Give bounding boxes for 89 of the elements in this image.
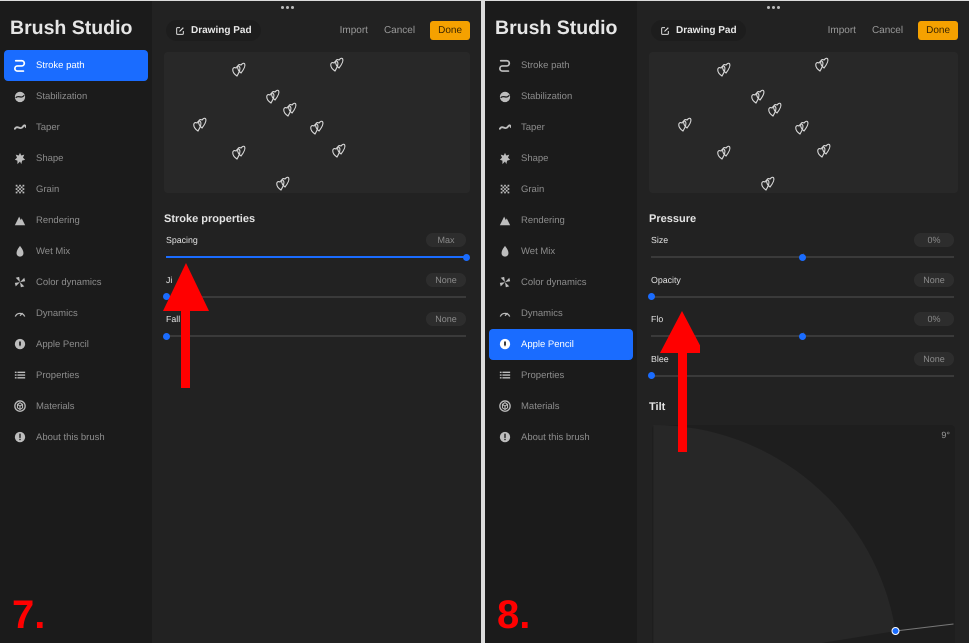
sidebar-item[interactable]: Grain [4,174,148,205]
pencil-tip-icon [14,338,26,351]
sidebar-item[interactable]: About this brush [4,422,148,453]
slider-value: None [914,272,954,286]
tilt-graph[interactable]: 9° [652,425,955,643]
tilt-handle[interactable] [892,627,900,635]
slider-value: 0% [914,233,954,247]
sidebar-item[interactable]: About this brush [489,422,633,453]
sidebar-item[interactable]: Shape [489,143,633,174]
droplet-icon [14,245,26,258]
starburst-icon [14,152,26,165]
cube-icon [499,400,511,413]
info-icon [14,431,26,444]
squiggle-icon [499,59,511,72]
done-button[interactable]: Done [430,21,470,40]
slider-label: Ji [166,274,172,284]
sidebar-item[interactable]: Materials [489,391,633,422]
header-action-button[interactable]: Import [332,22,375,39]
sidebar-item[interactable]: Apple Pencil [4,329,148,360]
info-icon [499,431,511,444]
more-dots-icon[interactable] [280,6,294,10]
sidebar-item[interactable]: Stabilization [489,81,633,112]
sidebar-item[interactable]: Dynamics [489,298,633,329]
slider-value: None [914,352,954,366]
sidebar-item[interactable]: Apple Pencil [489,329,633,360]
edit-icon [175,26,185,36]
slider-label: Opacity [651,274,681,284]
slider-thumb[interactable] [799,254,806,260]
slider-label: Blee [651,354,669,364]
sidebar-item[interactable]: Materials [4,391,148,422]
cube-icon [14,400,26,413]
slider-label: Flo [651,314,664,324]
sidebar-item[interactable]: Stroke path [4,50,148,81]
slider-value: Max [426,233,466,247]
sidebar-item[interactable]: Wet Mix [4,236,148,267]
sidebar-item[interactable]: Properties [489,360,633,391]
pinwheel-icon [14,276,26,289]
sidebar-item[interactable]: Rendering [4,205,148,236]
sidebar-item[interactable]: Shape [4,143,148,174]
edit-icon [660,26,670,36]
starburst-icon [499,152,511,165]
section-title: Pressure [649,213,698,225]
pencil-tip-icon [499,338,511,351]
sidebar-item[interactable]: Grain [489,174,633,205]
more-dots-icon[interactable] [767,6,780,10]
drawing-pad-title-button[interactable]: Drawing Pad [651,20,746,41]
sidebar-item[interactable]: Color dynamics [4,267,148,298]
header-action-button[interactable]: Cancel [376,22,422,39]
header-action-button[interactable]: Import [820,22,863,39]
checker-icon [14,183,26,196]
tilt-angle-label: 9° [941,430,950,440]
slider-label: Size [651,235,668,245]
slider-value: None [426,272,466,286]
sidebar-item[interactable]: Taper [4,112,148,143]
slider-thumb[interactable] [162,332,170,340]
droplet-icon [499,245,511,258]
swoosh-disc-icon [14,90,26,103]
pinwheel-icon [499,276,511,289]
sidebar-item[interactable]: Stabilization [4,81,148,112]
sidebar-item[interactable]: Taper [489,112,633,143]
done-button[interactable]: Done [918,21,958,40]
step-number: 7. [12,595,46,635]
slider-thumb[interactable] [648,293,654,300]
sidebar-title: Brush Studio [9,17,134,40]
sidebar-item[interactable]: Stroke path [489,50,633,81]
sidebar-title: Brush Studio [494,17,618,40]
mountain-icon [499,214,511,227]
section-title: Stroke properties [164,213,256,225]
step-number: 8. [497,595,530,635]
sidebar-item[interactable]: Rendering [489,205,633,236]
mountain-icon [14,214,26,227]
sidebar-item[interactable]: Dynamics [4,298,148,329]
section-title: Tilt [649,401,666,413]
slider-thumb[interactable] [462,254,470,260]
slider-thumb[interactable] [799,332,806,340]
slider-thumb[interactable] [648,372,654,379]
sidebar-item[interactable]: Wet Mix [489,236,633,267]
slider-value: None [426,312,466,326]
slider-value: 0% [914,312,954,326]
header-action-button[interactable]: Cancel [864,22,910,39]
sidebar-item[interactable]: Properties [4,360,148,391]
drawing-pad-title-button[interactable]: Drawing Pad [166,20,261,41]
slider-thumb[interactable] [162,293,170,300]
swoosh-disc-icon [499,90,511,103]
squiggle-icon [14,59,26,72]
sidebar-item[interactable]: Color dynamics [489,267,633,298]
slider-label: Spacing [166,235,198,245]
slider-label: Fall [166,314,180,324]
checker-icon [499,183,511,196]
